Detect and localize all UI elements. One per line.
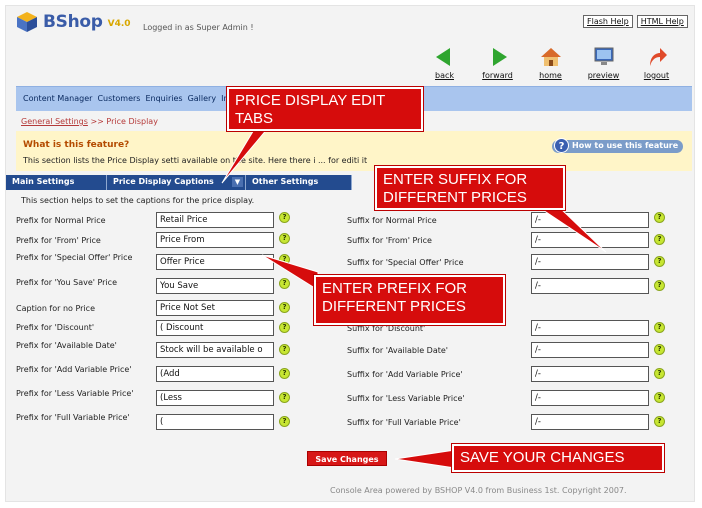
callout-prefix: ENTER PREFIX FOR DIFFERENT PRICES [314, 275, 505, 325]
arrow-to-save-button [394, 449, 456, 469]
callout-suffix: ENTER SUFFIX FOR DIFFERENT PRICES [375, 166, 565, 210]
arrow-to-prefix-field [261, 254, 319, 291]
arrow-to-suffix-field [538, 207, 607, 253]
callout-arrows [221, 127, 607, 469]
callout-save: SAVE YOUR CHANGES [452, 444, 664, 472]
callout-tabs: PRICE DISPLAY EDIT TABS [227, 87, 423, 131]
arrow-to-tabs [221, 127, 270, 184]
